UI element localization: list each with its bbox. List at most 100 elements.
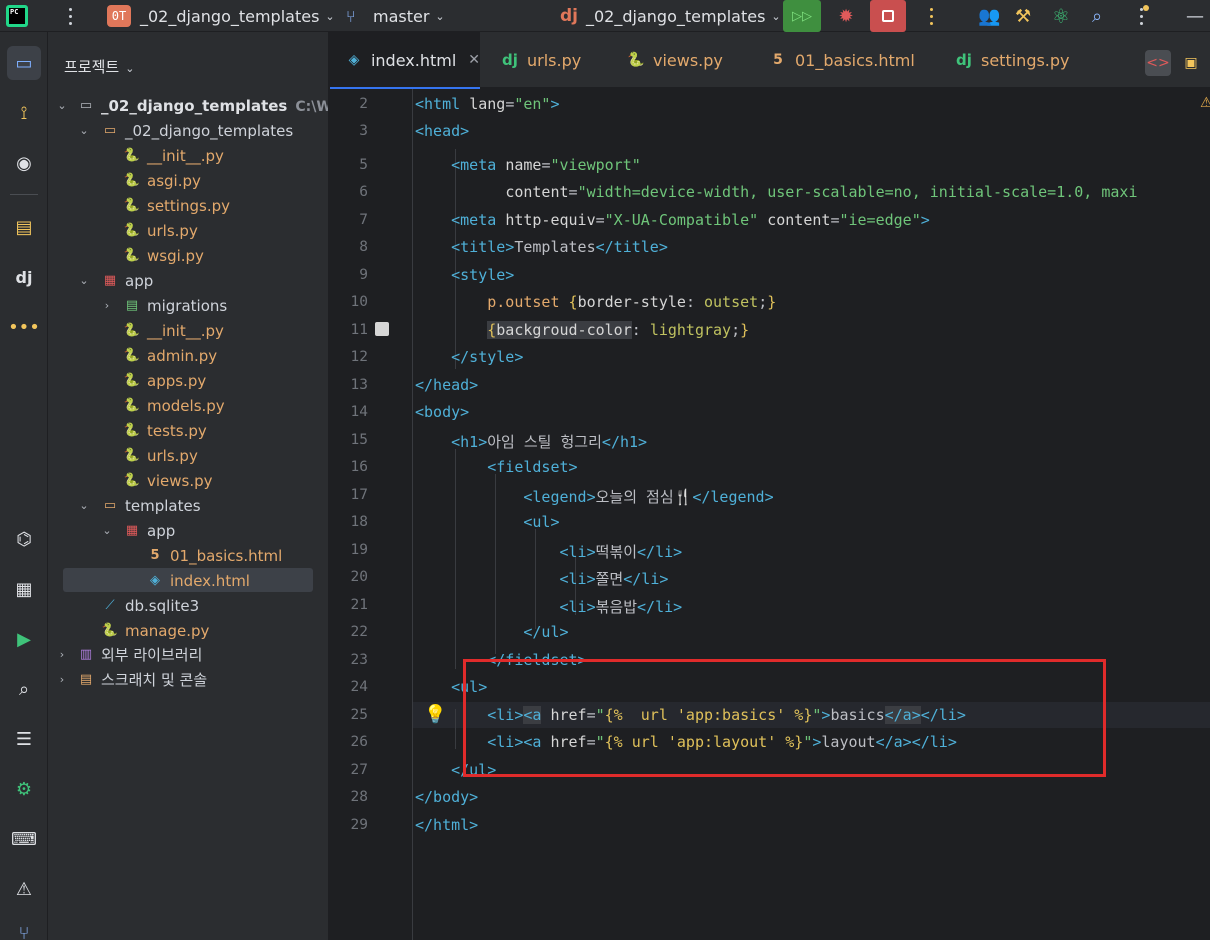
code-editor[interactable]: 2 3 5 6 7 8 9 10 11 12 13 14 15 16 17 18… [330,89,1210,940]
tree-item[interactable]: 🐍 wsgi.py [48,243,328,268]
expand-arrow-icon[interactable]: › [55,648,69,661]
project-name-label: _02_django_templates [140,6,320,26]
run-configuration-selector[interactable]: _02_django_templates ⌄ [586,0,781,32]
tab-urls-py[interactable]: dj urls.py [500,32,610,88]
python-file-icon: 🐍 [123,173,141,188]
tab-settings-py[interactable]: dj settings.py [954,32,1084,88]
bug-icon: ✹ [838,5,854,27]
tree-item[interactable]: › ▥ 외부 라이브러리 [48,642,328,667]
tree-label: db.sqlite3 [125,596,200,615]
python-console-icon[interactable]: ⌬ [7,522,41,556]
tab-label: urls.py [527,50,582,70]
excel-icon[interactable]: ▦ [7,572,41,606]
run-button[interactable]: ▷▷ [783,0,821,32]
pycharm-logo-icon[interactable]: PC [6,5,28,27]
run-more-icon[interactable] [926,0,936,32]
line-number: 12 [350,349,368,365]
expand-arrow-icon[interactable]: ⌄ [77,124,91,137]
module-folder-icon: ▦ [125,523,139,538]
tab-01-basics-html[interactable]: 5 01_basics.html [768,32,928,88]
tree-item[interactable]: 🐍 tests.py [48,418,328,443]
git-icon[interactable]: ⑂ [7,916,41,940]
project-panel: 프로젝트⌄ ⌄ ▭ _02_django_templatesC:\Wo ⌄ ▭ … [48,32,329,940]
tree-item[interactable]: 5 01_basics.html [48,543,328,568]
tree-label: admin.py [147,346,218,365]
problems-icon[interactable]: ⚠ [7,872,41,906]
tab-label: views.py [653,50,723,70]
tree-item[interactable]: › ▤ migrations [48,293,328,318]
more-tools-icon[interactable]: ••• [7,310,41,344]
project-switcher[interactable]: _02_django_templates ⌄ [140,0,335,32]
tree-item[interactable]: 🐍 __init__.py [48,318,328,343]
tools-icon[interactable]: ⚒ [1015,0,1031,32]
tree-label: asgi.py [147,171,201,190]
tree-item[interactable]: 🐍 views.py [48,468,328,493]
code-line-18: <ul> [523,513,560,531]
search-icon[interactable]: ⌕ [1092,0,1102,32]
terminal-icon[interactable]: ⌨ [7,822,41,856]
python-icon: 🐍 [627,52,645,68]
git-branch-icon[interactable]: ⑂ [346,0,356,32]
tree-item[interactable]: 🐍 urls.py [48,218,328,243]
warning-icon[interactable]: ⚠ [1200,95,1210,111]
expand-arrow-icon[interactable]: › [100,299,114,312]
tree-item[interactable]: 🐍 settings.py [48,193,328,218]
branch-switcher[interactable]: master ⌄ [373,0,445,32]
main-menu-icon[interactable] [62,0,78,32]
tree-root[interactable]: ⌄ ▭ _02_django_templatesC:\Wo [48,93,328,118]
debug-button[interactable]: ✹ [836,0,856,32]
tree-label: app [125,271,154,290]
tree-item[interactable]: 🐍 apps.py [48,368,328,393]
tree-item[interactable]: ⌄ ▭ _02_django_templates [48,118,328,143]
library-icon: ▥ [79,647,93,662]
stop-icon [882,10,894,22]
tree-item[interactable]: ⌄ ▦ app [48,518,328,543]
atom-icon[interactable]: ⚛ [1052,0,1070,32]
people-icon[interactable]: 👥 [978,0,1000,32]
html5-file-icon: 5 [150,548,160,563]
tree-item[interactable]: ⌄ ▭ templates [48,493,328,518]
tab-index-html[interactable]: ◈ index.html ✕ [330,32,480,89]
layers-icon[interactable]: ☰ [7,722,41,756]
tree-item[interactable]: 🐍 models.py [48,393,328,418]
expand-arrow-icon[interactable]: ⌄ [77,499,91,512]
stop-button[interactable] [870,0,906,32]
tree-item[interactable]: 🐍 __init__.py [48,143,328,168]
chevron-down-icon: ⌄ [325,9,335,23]
code-view-icon[interactable]: <> [1145,50,1171,76]
commit-icon[interactable]: ⟟ [7,96,41,130]
tab-label: 01_basics.html [795,50,915,70]
tree-label: 외부 라이브러리 [101,646,203,664]
django-structure-icon[interactable]: dj [7,260,41,294]
python-file-icon: 🐍 [123,323,141,338]
tree-item[interactable]: 🐍 urls.py [48,443,328,468]
expand-arrow-icon[interactable]: › [55,673,69,686]
tab-views-py[interactable]: 🐍 views.py [626,32,746,88]
project-view-icon[interactable]: ▭ [7,46,41,80]
github-icon[interactable]: ◉ [7,146,41,180]
preview-icon[interactable]: ▣ [1178,50,1204,76]
services-icon[interactable]: ▶ [7,622,41,656]
close-window-icon[interactable]: — [1186,0,1204,32]
close-tab-icon[interactable]: ✕ [468,52,480,68]
tree-item[interactable]: 🐍 asgi.py [48,168,328,193]
chevron-down-icon: ⌄ [771,9,781,23]
tree-item-selected[interactable]: ◈ index.html [48,568,328,593]
color-swatch-icon[interactable] [375,322,389,336]
code-line-14: <body> [415,403,470,421]
project-badge[interactable]: 0T [107,5,131,27]
settings-gear-icon[interactable]: ⚙ [7,772,41,806]
project-panel-header[interactable]: 프로젝트 ⌄ [64,56,134,77]
lightbulb-icon[interactable]: 💡 [424,704,446,725]
expand-arrow-icon[interactable]: ⌄ [100,524,114,537]
inspect-icon[interactable]: ⌕ [7,672,41,706]
tree-item[interactable]: › ▤ 스크래치 및 콘솔 [48,667,328,692]
tree-item[interactable]: 🐍 manage.py [48,618,328,643]
tree-item[interactable]: 🐍 admin.py [48,343,328,368]
database-icon[interactable]: ▤ [7,210,41,244]
expand-arrow-icon[interactable]: ⌄ [77,274,91,287]
tree-item[interactable]: ⌄ ▦ app [48,268,328,293]
expand-arrow-icon[interactable]: ⌄ [55,99,69,112]
line-number: 26 [350,734,368,750]
tree-item[interactable]: ⟋ db.sqlite3 [48,593,328,618]
